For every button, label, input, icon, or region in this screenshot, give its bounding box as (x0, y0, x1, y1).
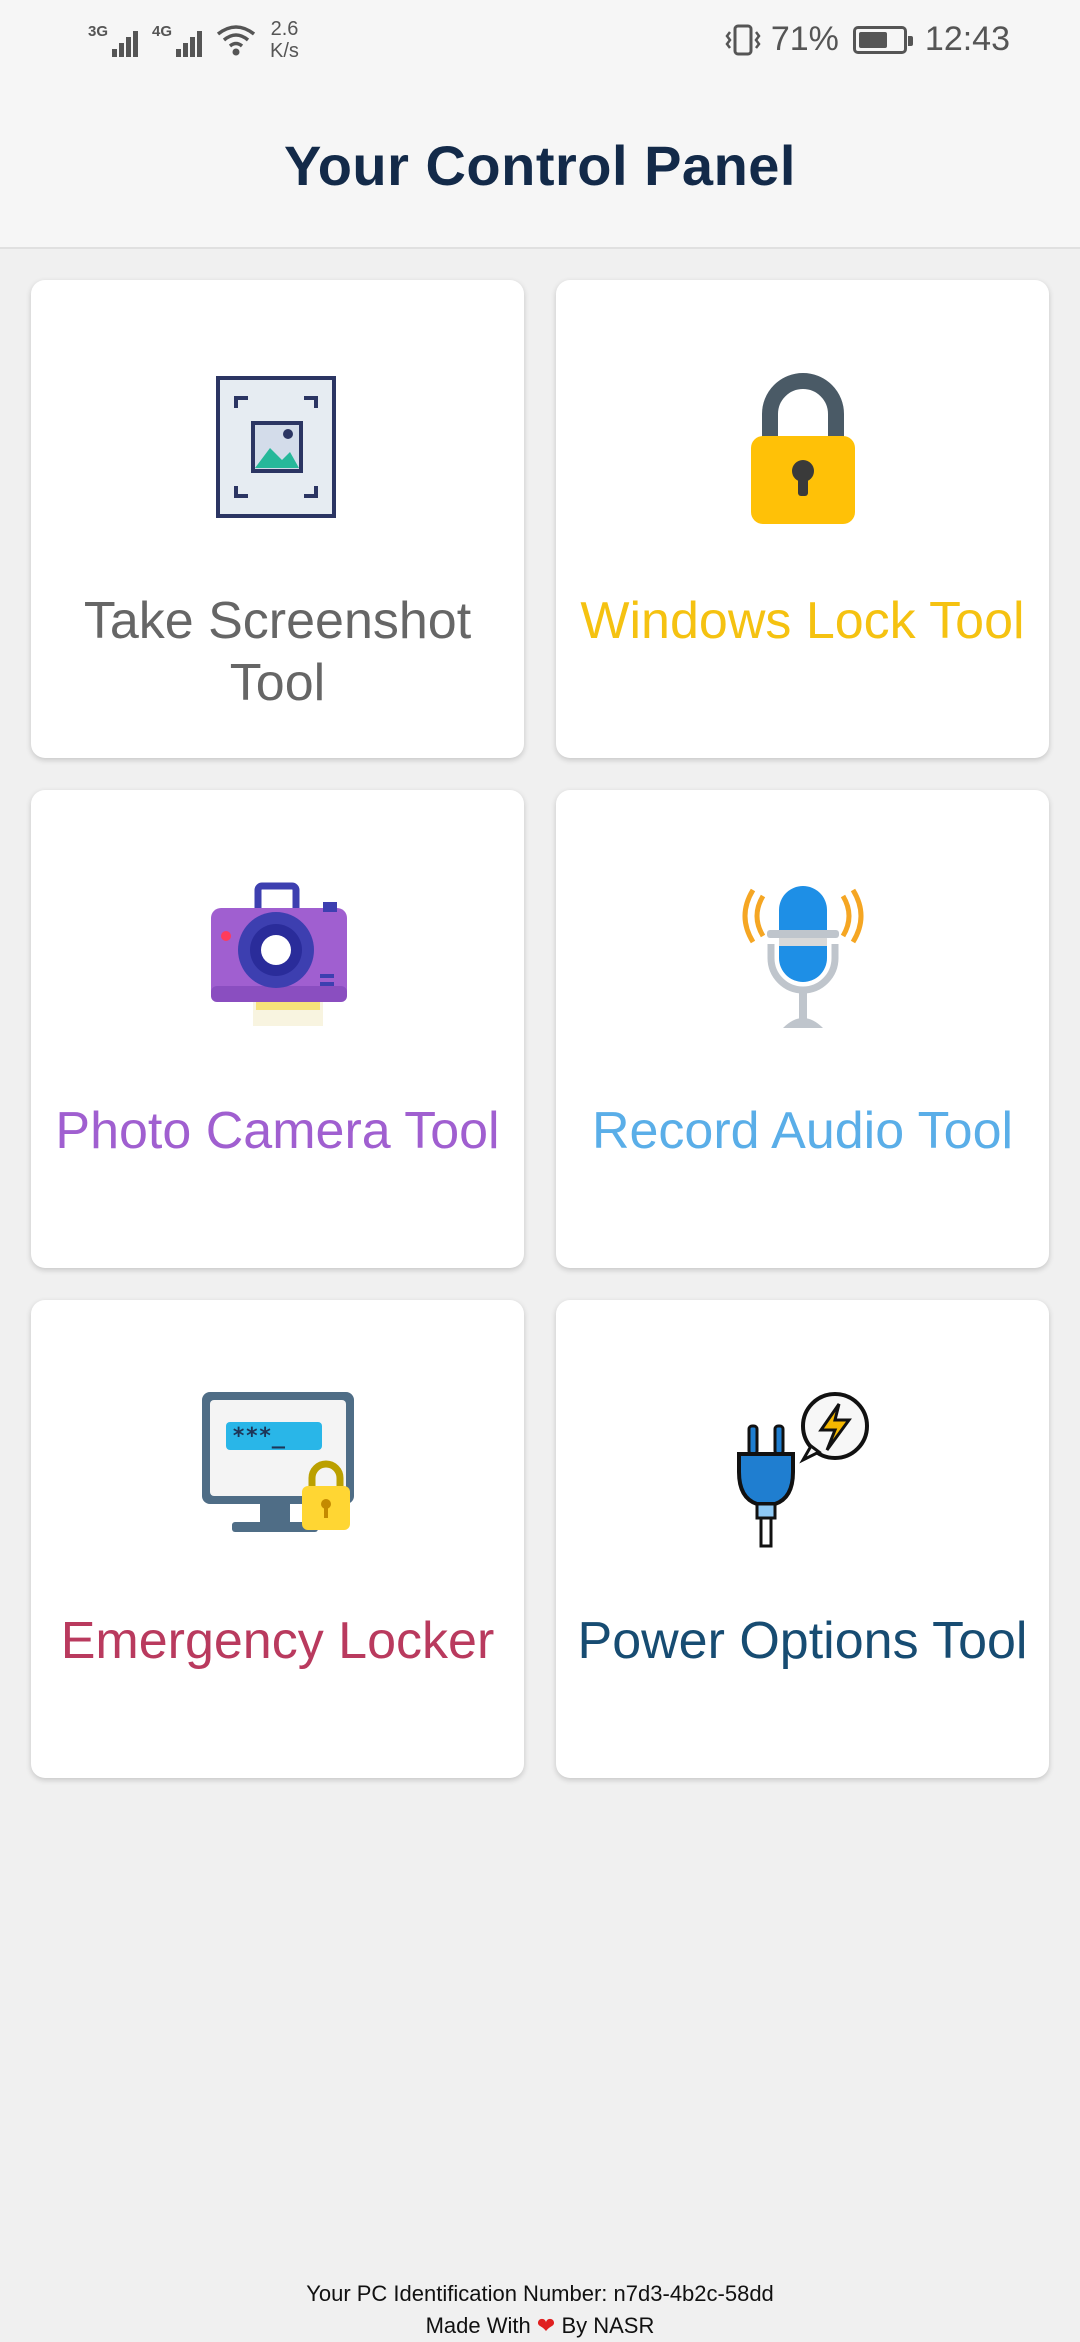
battery-icon (852, 25, 913, 54)
tool-label: Emergency Locker (60, 1612, 495, 1670)
network-type-label: 3G (88, 23, 109, 40)
clock: 12:43 (924, 20, 1010, 58)
vibrate-icon (725, 24, 761, 55)
tool-label: Power Options Tool (577, 1612, 1028, 1670)
padlock-icon (750, 373, 855, 524)
signal-strength-icon: 3G (88, 23, 139, 57)
tool-label: Take Screenshot Tool (83, 592, 472, 712)
footer: Your PC Identification Number: n7d3-4b2c… (0, 2278, 1080, 2342)
signal-strength-icon: 4G (152, 23, 203, 57)
made-with-text: Made With (425, 2313, 531, 2338)
tool-label: Windows Lock Tool (580, 592, 1025, 650)
take-screenshot-tool-card[interactable]: Take Screenshot Tool (31, 280, 524, 758)
network-speed-unit: K/s (270, 40, 299, 62)
credits-line: Made With ❤ By NASR (0, 2310, 1080, 2342)
tool-label: Photo Camera Tool (55, 1102, 500, 1160)
pc-id-value: n7d3-4b2c-58dd (613, 2281, 774, 2306)
power-plug-icon (736, 1392, 869, 1548)
record-audio-tool-card[interactable]: Record Audio Tool (556, 790, 1049, 1268)
status-bar-right: 71% 12:43 (725, 20, 1010, 59)
battery-percent: 71% (770, 20, 839, 58)
monitor-lock-icon: ***_ (201, 1392, 354, 1532)
photo-camera-tool-card[interactable]: Photo Camera Tool (31, 790, 524, 1268)
windows-lock-tool-card[interactable]: Windows Lock Tool (556, 280, 1049, 758)
svg-text:***_: ***_ (232, 1424, 286, 1449)
network-speed: 2.6 K/s (270, 18, 299, 62)
wifi-icon (216, 25, 256, 56)
microphone-icon (742, 886, 863, 1028)
heart-icon: ❤ (536, 2313, 556, 2338)
pc-id-line: Your PC Identification Number: n7d3-4b2c… (0, 2278, 1080, 2310)
author-text: By NASR (561, 2313, 655, 2338)
tool-label: Record Audio Tool (591, 1102, 1014, 1160)
page-title: Your Control Panel (284, 134, 796, 197)
status-bar: 3G 4G 2.6 K/s 71% 12:43 (0, 0, 1080, 84)
network-speed-value: 2.6 (270, 18, 299, 40)
app-bar: Your Control Panel (0, 84, 1080, 249)
camera-icon (210, 882, 347, 1026)
pc-id-label: Your PC Identification Number: (306, 2281, 608, 2306)
battery-level-fill (858, 31, 887, 48)
emergency-locker-card[interactable]: ***_ Emergency Locker (31, 1300, 524, 1778)
screenshot-icon (215, 376, 336, 518)
network-type-label: 4G (152, 23, 173, 40)
power-options-tool-card[interactable]: Power Options Tool (556, 1300, 1049, 1778)
status-bar-left: 3G 4G 2.6 K/s (88, 18, 299, 62)
